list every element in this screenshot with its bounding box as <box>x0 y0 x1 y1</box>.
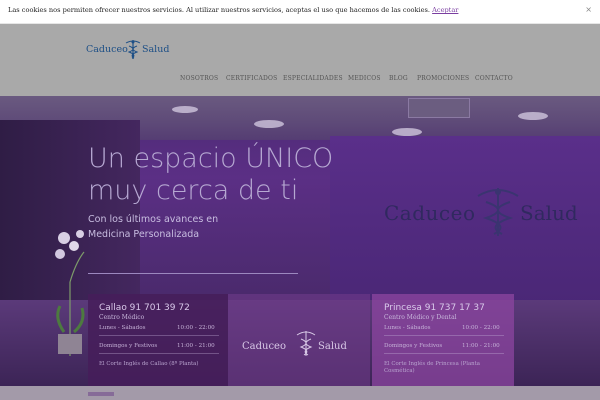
hero-subtitle-line-1: Con los últimos avances en <box>88 214 219 225</box>
cookie-message-text: Las cookies nos permiten ofrecer nuestro… <box>8 6 430 14</box>
ceiling-light <box>254 120 284 128</box>
hero-title: Un espacio ÚNICO muy cerca de ti <box>88 143 333 207</box>
hours-value: 11:00 - 21:00 <box>462 343 500 349</box>
hours-label: Domingos y Festivos <box>99 343 158 349</box>
nav-item-contacto[interactable]: CONTACTO <box>475 75 513 82</box>
wall-logo-text-salud: Salud <box>520 201 578 225</box>
close-icon[interactable]: × <box>585 5 592 14</box>
content-accent <box>88 392 114 396</box>
hero-subtitle-line-2: Medicina Personalizada <box>88 229 200 240</box>
hero-divider <box>88 273 298 274</box>
caduceus-logo-icon[interactable] <box>124 38 142 60</box>
ceiling-light <box>392 128 422 136</box>
hours-label: Lunes - Sábados <box>384 325 431 331</box>
nav-item-nosotros[interactable]: NOSOTROS <box>180 75 218 82</box>
cookie-accept-link[interactable]: Aceptar <box>432 6 458 14</box>
site-header <box>0 24 600 96</box>
center-logo-text-salud: Salud <box>318 341 347 352</box>
clinic-location: El Corte Inglés de Princesa (Planta Cosm… <box>384 361 481 374</box>
row-divider <box>384 335 504 336</box>
ceiling-vent <box>408 98 470 118</box>
hours-value: 10:00 - 22:00 <box>462 325 500 331</box>
hours-value: 10:00 - 22:00 <box>177 325 215 331</box>
nav-item-medicos[interactable]: MEDICOS <box>348 75 381 82</box>
clinic-card-callao: Callao 91 701 39 72 Centro Médico Lunes … <box>88 294 228 386</box>
hero-title-line-2: muy cerca de ti <box>88 175 299 206</box>
wall-logo-text-caduceo: Caduceo <box>384 201 476 225</box>
clinic-title[interactable]: Princesa 91 737 17 37 <box>384 303 485 313</box>
logo-text-caduceo[interactable]: Caduceo <box>86 44 128 55</box>
ceiling-light <box>172 106 198 113</box>
hero-subtitle: Con los últimos avances en Medicina Pers… <box>88 212 218 242</box>
row-divider <box>99 335 219 336</box>
nav-item-especialidades[interactable]: ESPECIALIDADES <box>283 75 343 82</box>
nav-item-certificados[interactable]: CERTIFICADOS <box>226 75 277 82</box>
caduceus-center-icon <box>296 331 316 356</box>
clinic-subtitle: Centro Médico y Dental <box>384 314 457 321</box>
clinic-subtitle: Centro Médico <box>99 314 145 321</box>
caduceus-wall-icon <box>477 188 519 236</box>
logo-text-salud[interactable]: Salud <box>142 44 169 55</box>
cookie-message: Las cookies nos permiten ofrecer nuestro… <box>8 6 458 14</box>
row-divider <box>99 353 219 354</box>
hours-label: Domingos y Festivos <box>384 343 443 349</box>
hero-title-line-1: Un espacio ÚNICO <box>88 143 334 174</box>
hours-value: 11:00 - 21:00 <box>177 343 215 349</box>
center-logo-text-caduceo: Caduceo <box>242 341 286 352</box>
clinic-location: El Corte Inglés de Callao (8ª Planta) <box>99 361 199 367</box>
clinic-card-princesa: Princesa 91 737 17 37 Centro Médico y De… <box>372 294 514 386</box>
orchid-plant-image <box>55 230 85 356</box>
nav-item-blog[interactable]: BLOG <box>389 75 408 82</box>
nav-item-promociones[interactable]: PROMOCIONES <box>417 75 469 82</box>
hours-label: Lunes - Sábados <box>99 325 146 331</box>
row-divider <box>384 353 504 354</box>
cookie-banner: Las cookies nos permiten ofrecer nuestro… <box>0 0 600 24</box>
clinic-title[interactable]: Callao 91 701 39 72 <box>99 303 190 313</box>
ceiling-light <box>518 112 548 120</box>
